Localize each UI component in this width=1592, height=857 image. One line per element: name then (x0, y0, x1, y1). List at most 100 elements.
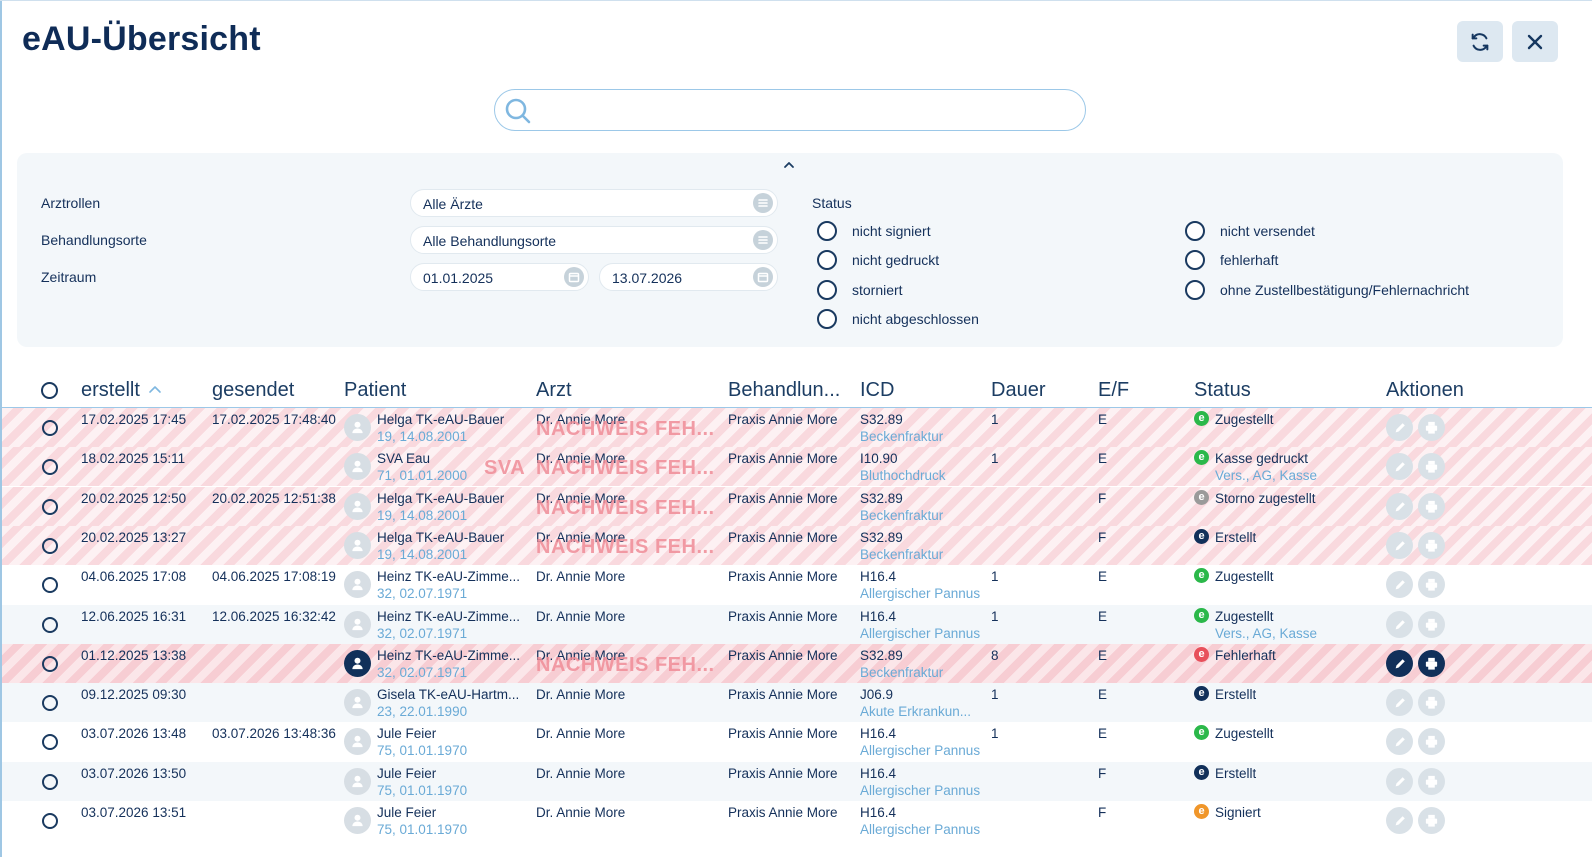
chevron-up-icon[interactable] (781, 158, 797, 172)
edit-button[interactable] (1386, 768, 1413, 795)
table-row[interactable]: 03.07.2026 13:48 03.07.2026 13:48:36 Jule … (2, 722, 1592, 761)
column-header-gesendet[interactable]: gesendet (212, 379, 294, 402)
date-to-field[interactable]: 13.07.2026 (599, 263, 778, 291)
column-header-behandlungsort[interactable]: Behandlun... (728, 379, 840, 402)
column-header-patient[interactable]: Patient (344, 379, 406, 402)
search-input[interactable] (537, 95, 1067, 125)
table-row[interactable]: 03.07.2026 13:51 Jule Feier 75, 01.01.1970… (2, 801, 1592, 840)
row-select-radio[interactable] (42, 499, 58, 515)
error-watermark: NACHWEIS FEH... (536, 457, 715, 479)
print-button[interactable] (1418, 493, 1445, 520)
search-box[interactable] (494, 89, 1086, 131)
status-option-nicht-versendet[interactable]: nicht versendet (1185, 221, 1315, 241)
status-option-storniert[interactable]: storniert (817, 280, 903, 300)
patient-name[interactable]: Jule Feier (377, 766, 436, 781)
status-option-nicht-signiert[interactable]: nicht signiert (817, 221, 931, 241)
row-select-radio[interactable] (42, 617, 58, 633)
row-select-radio[interactable] (42, 774, 58, 790)
edit-button[interactable] (1386, 414, 1413, 441)
select-all-radio[interactable] (41, 382, 58, 399)
print-button[interactable] (1418, 728, 1445, 755)
patient-name[interactable]: Helga TK-eAU-Bauer (377, 412, 504, 427)
close-button[interactable] (1512, 21, 1558, 62)
table-row[interactable]: 01.12.2025 13:38 Heinz TK-eAU-Zimme... 32,… (2, 644, 1592, 683)
column-header-arzt[interactable]: Arzt (536, 379, 572, 402)
print-button[interactable] (1418, 414, 1445, 441)
table-row[interactable]: 03.07.2026 13:50 Jule Feier 75, 01.01.1970… (2, 762, 1592, 801)
table-row[interactable]: 12.06.2025 16:31 12.06.2025 16:32:42 Heinz… (2, 605, 1592, 644)
table-header: erstellt gesendet Patient Arzt Behandlun… (2, 378, 1592, 408)
row-select-radio[interactable] (42, 420, 58, 436)
status-text: Storno zugestellt (1215, 491, 1316, 506)
radio-button[interactable] (817, 221, 837, 241)
edit-button[interactable] (1386, 611, 1413, 638)
radio-button[interactable] (817, 280, 837, 300)
row-select-radio[interactable] (42, 695, 58, 711)
print-button[interactable] (1418, 453, 1445, 480)
created-date: 03.07.2026 13:48 (81, 726, 187, 741)
behandlungsorte-select[interactable]: Alle Behandlungsorte (410, 226, 778, 254)
table-row[interactable]: 20.02.2025 13:27 Helga TK-eAU-Bauer 19, 14… (2, 526, 1592, 565)
column-header-dauer[interactable]: Dauer (991, 379, 1045, 402)
patient-name[interactable]: Helga TK-eAU-Bauer (377, 491, 504, 506)
print-button[interactable] (1418, 689, 1445, 716)
print-button[interactable] (1418, 571, 1445, 598)
print-button[interactable] (1418, 650, 1445, 677)
printer-icon (1425, 657, 1438, 670)
column-header-icd[interactable]: ICD (860, 379, 894, 402)
edit-button[interactable] (1386, 493, 1413, 520)
icd-description: Allergischer Pannus (860, 822, 981, 837)
arztrollen-select[interactable]: Alle Ärzte (410, 189, 778, 217)
edit-button[interactable] (1386, 532, 1413, 559)
column-header-ef[interactable]: E/F (1098, 379, 1129, 402)
patient-name[interactable]: Jule Feier (377, 805, 436, 820)
status-option-nicht-gedruckt[interactable]: nicht gedruckt (817, 250, 939, 270)
patient-name[interactable]: Heinz TK-eAU-Zimme... (377, 648, 520, 663)
row-select-radio[interactable] (42, 813, 58, 829)
printer-icon (1425, 618, 1438, 631)
column-header-status[interactable]: Status (1194, 379, 1251, 402)
table-row[interactable]: 20.02.2025 12:50 20.02.2025 12:51:38 Helga… (2, 487, 1592, 526)
calendar-icon[interactable] (564, 267, 584, 287)
sort-ascending-icon (149, 386, 162, 393)
patient-name[interactable]: SVA Eau (377, 451, 430, 466)
print-button[interactable] (1418, 611, 1445, 638)
edit-button[interactable] (1386, 689, 1413, 716)
row-select-radio[interactable] (42, 656, 58, 672)
status-option-ohne-zustellbestaetigung[interactable]: ohne Zustellbestätigung/Fehlernachricht (1185, 280, 1469, 300)
edit-button[interactable] (1386, 728, 1413, 755)
edit-button[interactable] (1386, 453, 1413, 480)
table-row[interactable]: 04.06.2025 17:08 04.06.2025 17:08:19 Heinz… (2, 565, 1592, 604)
print-button[interactable] (1418, 768, 1445, 795)
print-button[interactable] (1418, 807, 1445, 834)
radio-button[interactable] (817, 250, 837, 270)
radio-button[interactable] (817, 309, 837, 329)
date-from-field[interactable]: 01.01.2025 (410, 263, 589, 291)
patient-name[interactable]: Heinz TK-eAU-Zimme... (377, 569, 520, 584)
status-option-fehlerhaft[interactable]: fehlerhaft (1185, 250, 1278, 270)
radio-button[interactable] (1185, 221, 1205, 241)
column-header-erstellt[interactable]: erstellt (81, 379, 162, 402)
row-select-radio[interactable] (42, 459, 58, 475)
edit-button[interactable] (1386, 571, 1413, 598)
radio-button[interactable] (1185, 250, 1205, 270)
patient-name[interactable]: Jule Feier (377, 726, 436, 741)
row-select-radio[interactable] (42, 577, 58, 593)
table-row[interactable]: 09.12.2025 09:30 Gisela TK-eAU-Hartm... 23… (2, 683, 1592, 722)
refresh-button[interactable] (1457, 21, 1503, 62)
patient-name[interactable]: Heinz TK-eAU-Zimme... (377, 609, 520, 624)
row-select-radio[interactable] (42, 734, 58, 750)
sent-date: 03.07.2026 13:48:36 (212, 726, 336, 741)
table-row[interactable]: 18.02.2025 15:11 SVA Eau 71, 01.01.2000 Dr.… (2, 447, 1592, 486)
calendar-icon[interactable] (753, 267, 773, 287)
print-button[interactable] (1418, 532, 1445, 559)
patient-name[interactable]: Helga TK-eAU-Bauer (377, 530, 504, 545)
edit-button[interactable] (1386, 650, 1413, 677)
row-select-radio[interactable] (42, 538, 58, 554)
patient-name[interactable]: Gisela TK-eAU-Hartm... (377, 687, 519, 702)
status-option-label: nicht versendet (1220, 223, 1315, 239)
edit-button[interactable] (1386, 807, 1413, 834)
table-row[interactable]: 17.02.2025 17:45 17.02.2025 17:48:40 Helga… (2, 408, 1592, 447)
radio-button[interactable] (1185, 280, 1205, 300)
status-option-nicht-abgeschlossen[interactable]: nicht abgeschlossen (817, 309, 979, 329)
